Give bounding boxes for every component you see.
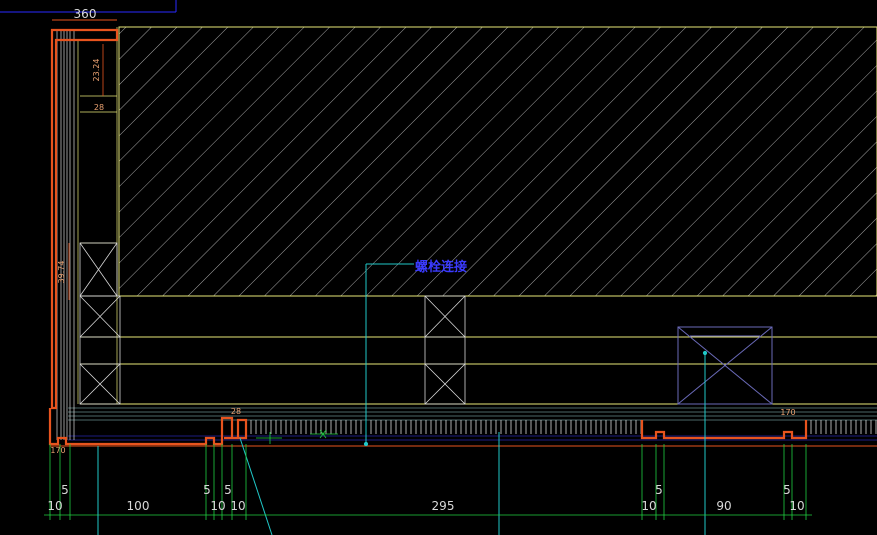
dim-5-a: 5 — [61, 483, 69, 497]
tag-mid: 28 — [231, 407, 241, 416]
dim-5-b: 5 — [203, 483, 211, 497]
tag-left: 170 — [50, 446, 65, 455]
dim-5-d: 5 — [655, 483, 663, 497]
tag-right: 170 — [780, 408, 795, 417]
dim-10-d: 10 — [641, 499, 656, 513]
dim-10-b: 10 — [210, 499, 225, 513]
cad-drawing-canvas[interactable]: 360 28 170 170 28 23.24 39.74 螺栓连接 5 10 … — [0, 0, 877, 535]
top-dimension-label: 360 — [74, 7, 97, 21]
cross-brace-right[interactable] — [677, 326, 773, 405]
dim-10-a: 10 — [47, 499, 62, 513]
vert-dim-lower: 39.74 — [57, 261, 66, 284]
dim-5-c: 5 — [224, 483, 232, 497]
bolt-strip — [248, 420, 877, 434]
dim-100: 100 — [127, 499, 150, 513]
bottom-dimension-labels: 5 10 100 5 10 5 10 295 10 5 90 5 10 — [47, 483, 804, 513]
tag-upper: 28 — [94, 103, 104, 112]
callout-leader[interactable] — [239, 263, 708, 535]
beam-outline-lines — [80, 336, 877, 405]
top-dimension: 360 — [52, 7, 117, 21]
left-wall-lines — [56, 27, 118, 440]
cross-brace-middle[interactable] — [424, 295, 466, 405]
dim-90: 90 — [716, 499, 731, 513]
vert-dim-upper: 23.24 — [92, 59, 101, 82]
dim-5-e: 5 — [783, 483, 791, 497]
hatched-slab[interactable] — [118, 26, 877, 297]
dim-10-c: 10 — [230, 499, 245, 513]
dim-295: 295 — [432, 499, 455, 513]
cross-brace-left-column[interactable] — [79, 242, 121, 405]
dim-10-e: 10 — [789, 499, 804, 513]
bottom-dimension-chain — [44, 444, 812, 520]
callout-bolt-connection: 螺栓连接 — [415, 259, 467, 275]
